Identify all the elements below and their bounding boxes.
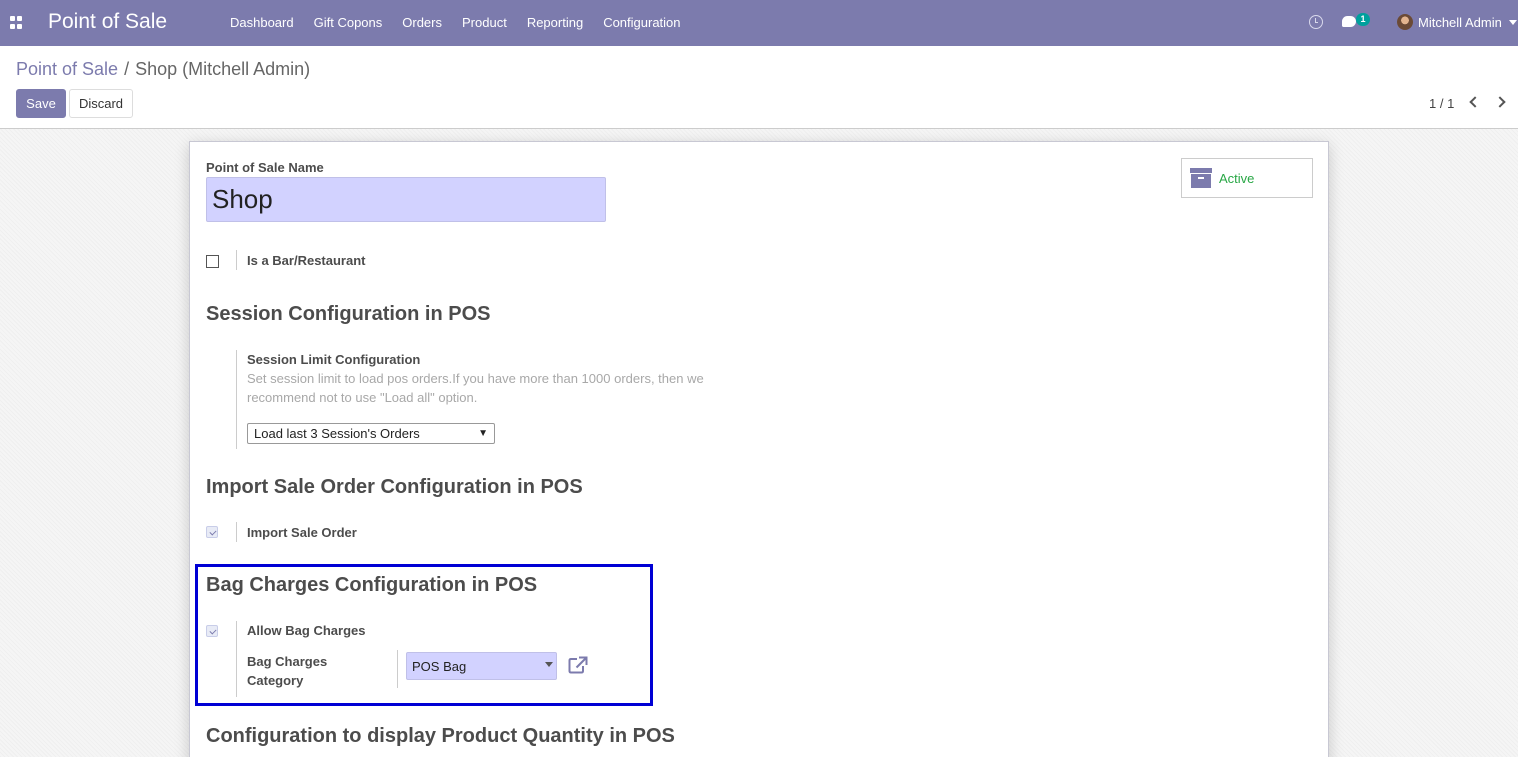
main-menu: Dashboard Gift Copons Orders Product Rep… <box>220 0 691 46</box>
active-toggle-button[interactable]: Active <box>1181 158 1313 198</box>
session-config-title: Session Configuration in POS <box>206 303 491 325</box>
field-divider <box>236 621 237 697</box>
activity-clock-icon[interactable] <box>1309 15 1323 29</box>
menu-item-reporting[interactable]: Reporting <box>517 0 593 46</box>
session-limit-value: Load last 3 Session's Orders <box>254 426 420 441</box>
session-limit-label: Session Limit Configuration <box>247 352 421 367</box>
field-divider <box>236 250 237 270</box>
chat-icon[interactable] <box>1342 16 1356 27</box>
session-limit-select[interactable]: Load last 3 Session's Orders ▼ <box>247 423 495 444</box>
pos-name-input[interactable]: Shop <box>206 177 606 222</box>
top-navbar: Point of Sale Dashboard Gift Copons Orde… <box>0 0 1518 46</box>
pos-name-label: Point of Sale Name <box>206 160 324 175</box>
save-button[interactable]: Save <box>16 89 66 118</box>
active-label: Active <box>1219 171 1255 186</box>
breadcrumb: Point of Sale / Shop (Mitchell Admin) <box>16 59 310 80</box>
user-avatar[interactable] <box>1397 14 1413 30</box>
menu-item-gift-copons[interactable]: Gift Copons <box>304 0 393 46</box>
menu-item-configuration[interactable]: Configuration <box>593 0 690 46</box>
breadcrumb-current: Shop (Mitchell Admin) <box>135 59 311 79</box>
breadcrumb-separator: / <box>124 59 130 79</box>
field-divider <box>397 650 398 688</box>
pager-value[interactable]: 1 / 1 <box>1429 96 1454 111</box>
dropdown-caret-icon[interactable] <box>545 662 553 667</box>
discard-button[interactable]: Discard <box>69 89 133 118</box>
session-limit-help: Set session limit to load pos orders.If … <box>247 371 704 405</box>
allow-bag-charges-checkbox[interactable] <box>206 625 218 637</box>
menu-item-dashboard[interactable]: Dashboard <box>220 0 304 46</box>
user-menu-name[interactable]: Mitchell Admin <box>1418 15 1502 30</box>
field-divider <box>236 350 237 449</box>
is-bar-restaurant-checkbox[interactable] <box>206 255 219 268</box>
import-sale-order-title: Import Sale Order Configuration in POS <box>206 476 583 498</box>
is-bar-restaurant-label: Is a Bar/Restaurant <box>247 253 366 268</box>
product-quantity-title: Configuration to display Product Quantit… <box>206 725 675 747</box>
select-arrow-icon: ▼ <box>478 428 488 439</box>
breadcrumb-parent-link[interactable]: Point of Sale <box>16 59 118 79</box>
external-link-icon[interactable] <box>568 656 588 674</box>
allow-bag-charges-label: Allow Bag Charges <box>247 623 366 638</box>
user-menu-caret-icon[interactable] <box>1509 20 1517 25</box>
bag-charges-title: Bag Charges Configuration in POS <box>206 574 538 596</box>
import-sale-order-label: Import Sale Order <box>247 525 357 540</box>
field-divider <box>236 522 237 542</box>
import-sale-order-checkbox[interactable] <box>206 526 218 538</box>
menu-item-orders[interactable]: Orders <box>392 0 452 46</box>
pager-previous-icon[interactable] <box>1469 96 1481 108</box>
menu-item-product[interactable]: Product <box>452 0 517 46</box>
app-brand[interactable]: Point of Sale <box>48 10 167 34</box>
bag-category-input[interactable]: POS Bag <box>406 652 557 680</box>
chat-count-badge: 1 <box>1356 13 1370 26</box>
apps-menu-icon[interactable] <box>10 16 23 29</box>
bag-category-label: Bag Charges Category <box>247 654 328 688</box>
archive-icon <box>1190 168 1212 188</box>
pager-next-icon[interactable] <box>1494 96 1506 108</box>
